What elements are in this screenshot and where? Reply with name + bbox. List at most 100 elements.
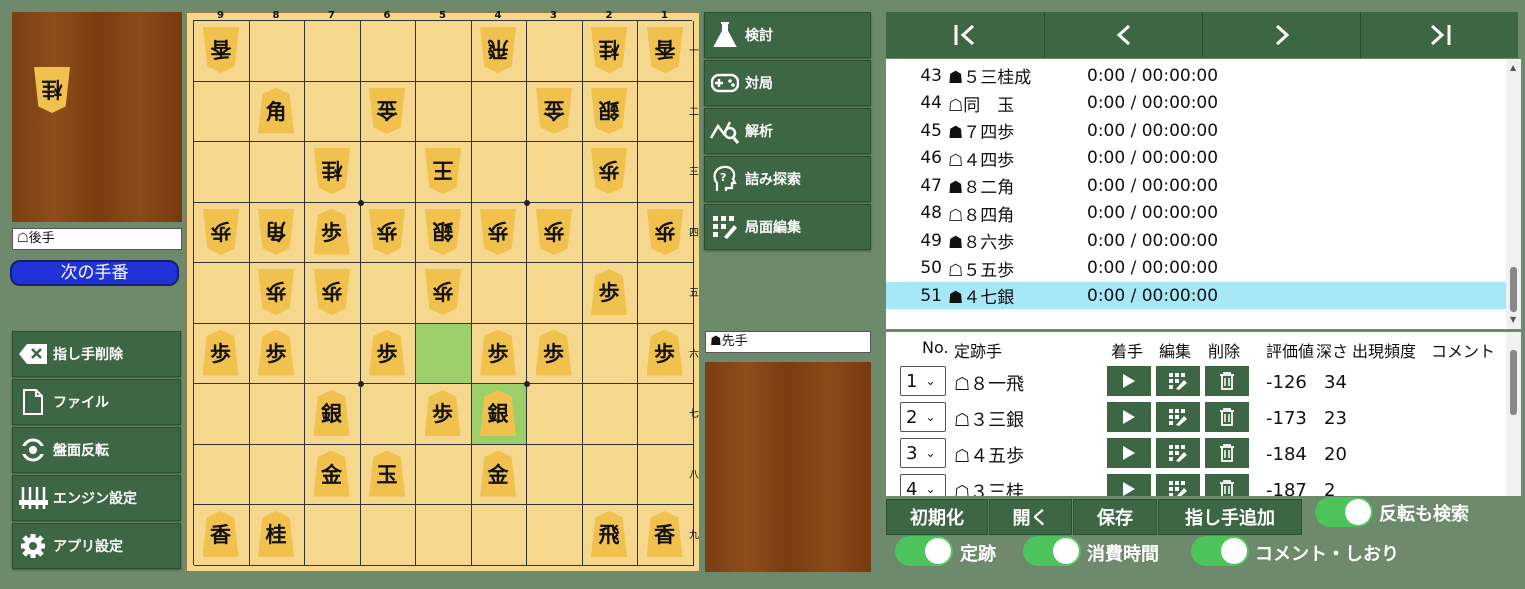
move-row[interactable]: 50 ☖５五歩 0:00 / 00:00:00 <box>886 255 1506 282</box>
gote-piece[interactable]: 銀 <box>425 209 461 255</box>
gote-piece[interactable]: 飛 <box>480 27 516 73</box>
board-square[interactable] <box>416 505 472 566</box>
reverse-search-toggle[interactable] <box>1315 497 1373 527</box>
sente-piece[interactable]: 香 <box>202 511 239 557</box>
board-square[interactable] <box>638 142 694 203</box>
gote-piece[interactable]: 桂 <box>314 148 350 194</box>
bottom-button-1[interactable]: 開く <box>989 499 1072 535</box>
left-menu-sliders-button[interactable]: エンジン設定 <box>12 475 181 521</box>
time-toggle[interactable] <box>1023 536 1081 566</box>
board-square[interactable] <box>471 81 527 142</box>
nav-first-button[interactable] <box>886 12 1045 58</box>
board-square[interactable] <box>249 21 305 82</box>
joseki-delete-button[interactable] <box>1205 402 1249 432</box>
sente-piece[interactable]: 歩 <box>646 329 683 376</box>
gote-hand-piece[interactable]: 桂 <box>34 67 70 113</box>
board-square[interactable] <box>582 323 638 384</box>
joseki-play-button[interactable] <box>1107 402 1151 432</box>
move-row[interactable]: 44 ☖同 玉 0:00 / 00:00:00 <box>886 90 1506 117</box>
joseki-rank-select[interactable]: 3 ⌄ <box>900 438 946 468</box>
board-square[interactable] <box>638 444 694 505</box>
move-row[interactable]: 49 ☗８六歩 0:00 / 00:00:00 <box>886 227 1506 254</box>
joseki-play-button[interactable] <box>1107 366 1151 396</box>
sente-piece[interactable]: 香 <box>646 511 683 557</box>
sente-piece[interactable]: 飛 <box>591 511 627 557</box>
board-square[interactable] <box>249 384 305 445</box>
joseki-edit-button[interactable] <box>1156 366 1200 396</box>
gote-piece[interactable]: 歩 <box>647 209 683 255</box>
move-row[interactable]: 51 ☗４七銀 0:00 / 00:00:00 <box>886 282 1506 309</box>
board-square[interactable] <box>527 263 583 324</box>
joseki-play-button[interactable] <box>1107 438 1151 468</box>
sente-piece[interactable]: 歩 <box>480 329 516 376</box>
mid-menu-question-head-button[interactable]: ? 詰み探索 <box>704 156 871 202</box>
joseki-edit-button[interactable] <box>1156 438 1200 468</box>
board-square[interactable] <box>305 505 361 566</box>
move-row[interactable]: 46 ☖４四歩 0:00 / 00:00:00 <box>886 145 1506 172</box>
board-square[interactable] <box>471 142 527 203</box>
board-square[interactable] <box>471 505 527 566</box>
sente-piece[interactable]: 銀 <box>480 390 516 436</box>
sente-piece[interactable]: 金 <box>480 450 516 497</box>
board-square[interactable] <box>527 505 583 566</box>
board-square[interactable] <box>305 81 361 142</box>
sente-piece[interactable]: 歩 <box>535 329 572 376</box>
board-square[interactable] <box>638 263 694 324</box>
gote-piece[interactable]: 歩 <box>425 269 461 315</box>
board-square[interactable] <box>249 444 305 505</box>
gote-piece[interactable]: 香 <box>647 27 683 73</box>
gote-piece[interactable]: 香 <box>203 27 239 73</box>
board-square[interactable] <box>638 384 694 445</box>
board-square[interactable] <box>416 444 472 505</box>
sente-piece[interactable]: 歩 <box>369 329 405 376</box>
sente-piece[interactable]: 金 <box>313 450 350 497</box>
left-menu-backspace-button[interactable]: 指し手削除 <box>12 331 181 377</box>
board-square[interactable] <box>360 263 416 324</box>
bottom-button-3[interactable]: 指し手追加 <box>1158 499 1302 535</box>
board-square[interactable] <box>527 142 583 203</box>
joseki-edit-button[interactable] <box>1156 402 1200 432</box>
board-square[interactable] <box>638 81 694 142</box>
joseki-play-button[interactable] <box>1107 474 1151 496</box>
board-square[interactable] <box>194 142 250 203</box>
sente-piece[interactable]: 歩 <box>258 329 294 376</box>
board-square[interactable] <box>194 444 250 505</box>
nav-prev-button[interactable] <box>1045 12 1203 58</box>
move-row[interactable]: 48 ☖８四角 0:00 / 00:00:00 <box>886 200 1506 227</box>
left-menu-gear-button[interactable]: アプリ設定 <box>12 523 181 569</box>
move-row[interactable]: 45 ☗７四歩 0:00 / 00:00:00 <box>886 117 1506 144</box>
mid-menu-gamepad-button[interactable]: 対局 <box>704 60 871 106</box>
nav-next-button[interactable] <box>1203 12 1361 58</box>
gote-piece[interactable]: 歩 <box>258 269 294 315</box>
board-square[interactable] <box>305 323 361 384</box>
move-row[interactable]: 47 ☗８二角 0:00 / 00:00:00 <box>886 172 1506 199</box>
board-square[interactable] <box>416 81 472 142</box>
joseki-delete-button[interactable] <box>1205 474 1249 496</box>
move-row[interactable]: 43 ☗５三桂成 0:00 / 00:00:00 <box>886 62 1506 89</box>
gote-piece[interactable]: 歩 <box>314 269 350 315</box>
board-square[interactable] <box>416 21 472 82</box>
move-list-scrollbar[interactable]: ▲ ▼ <box>1506 59 1521 329</box>
shogi-board[interactable]: 987654321一二三四五六七八九香飛桂香角金金銀桂王歩歩角歩歩銀歩歩歩歩歩歩… <box>186 10 700 572</box>
gote-piece[interactable]: 金 <box>536 88 572 134</box>
gote-piece[interactable]: 歩 <box>369 209 405 255</box>
board-square[interactable] <box>360 21 416 82</box>
gote-hand-area[interactable]: 桂 <box>12 12 182 222</box>
nav-last-button[interactable] <box>1361 12 1518 58</box>
sente-piece[interactable]: 角 <box>258 87 294 134</box>
sente-piece[interactable]: 歩 <box>591 269 627 315</box>
board-square[interactable] <box>582 202 638 263</box>
bottom-button-0[interactable]: 初期化 <box>886 499 988 535</box>
comment-toggle[interactable] <box>1191 536 1249 566</box>
mid-menu-flask-button[interactable]: 検討 <box>704 12 871 58</box>
joseki-rank-select[interactable]: 2 ⌄ <box>900 402 946 432</box>
move-list[interactable]: 43 ☗５三桂成 0:00 / 00:00:00 44 ☖同 玉 0:00 / 00:00… <box>886 59 1521 329</box>
board-square[interactable] <box>471 263 527 324</box>
mid-menu-analysis-button[interactable]: 解析 <box>704 108 871 154</box>
board-square[interactable] <box>582 384 638 445</box>
sente-piece[interactable]: 玉 <box>369 450 405 497</box>
board-square[interactable] <box>360 384 416 445</box>
board-square[interactable] <box>194 81 250 142</box>
sente-piece[interactable]: 歩 <box>202 329 239 376</box>
joseki-scrollbar[interactable] <box>1506 332 1521 496</box>
